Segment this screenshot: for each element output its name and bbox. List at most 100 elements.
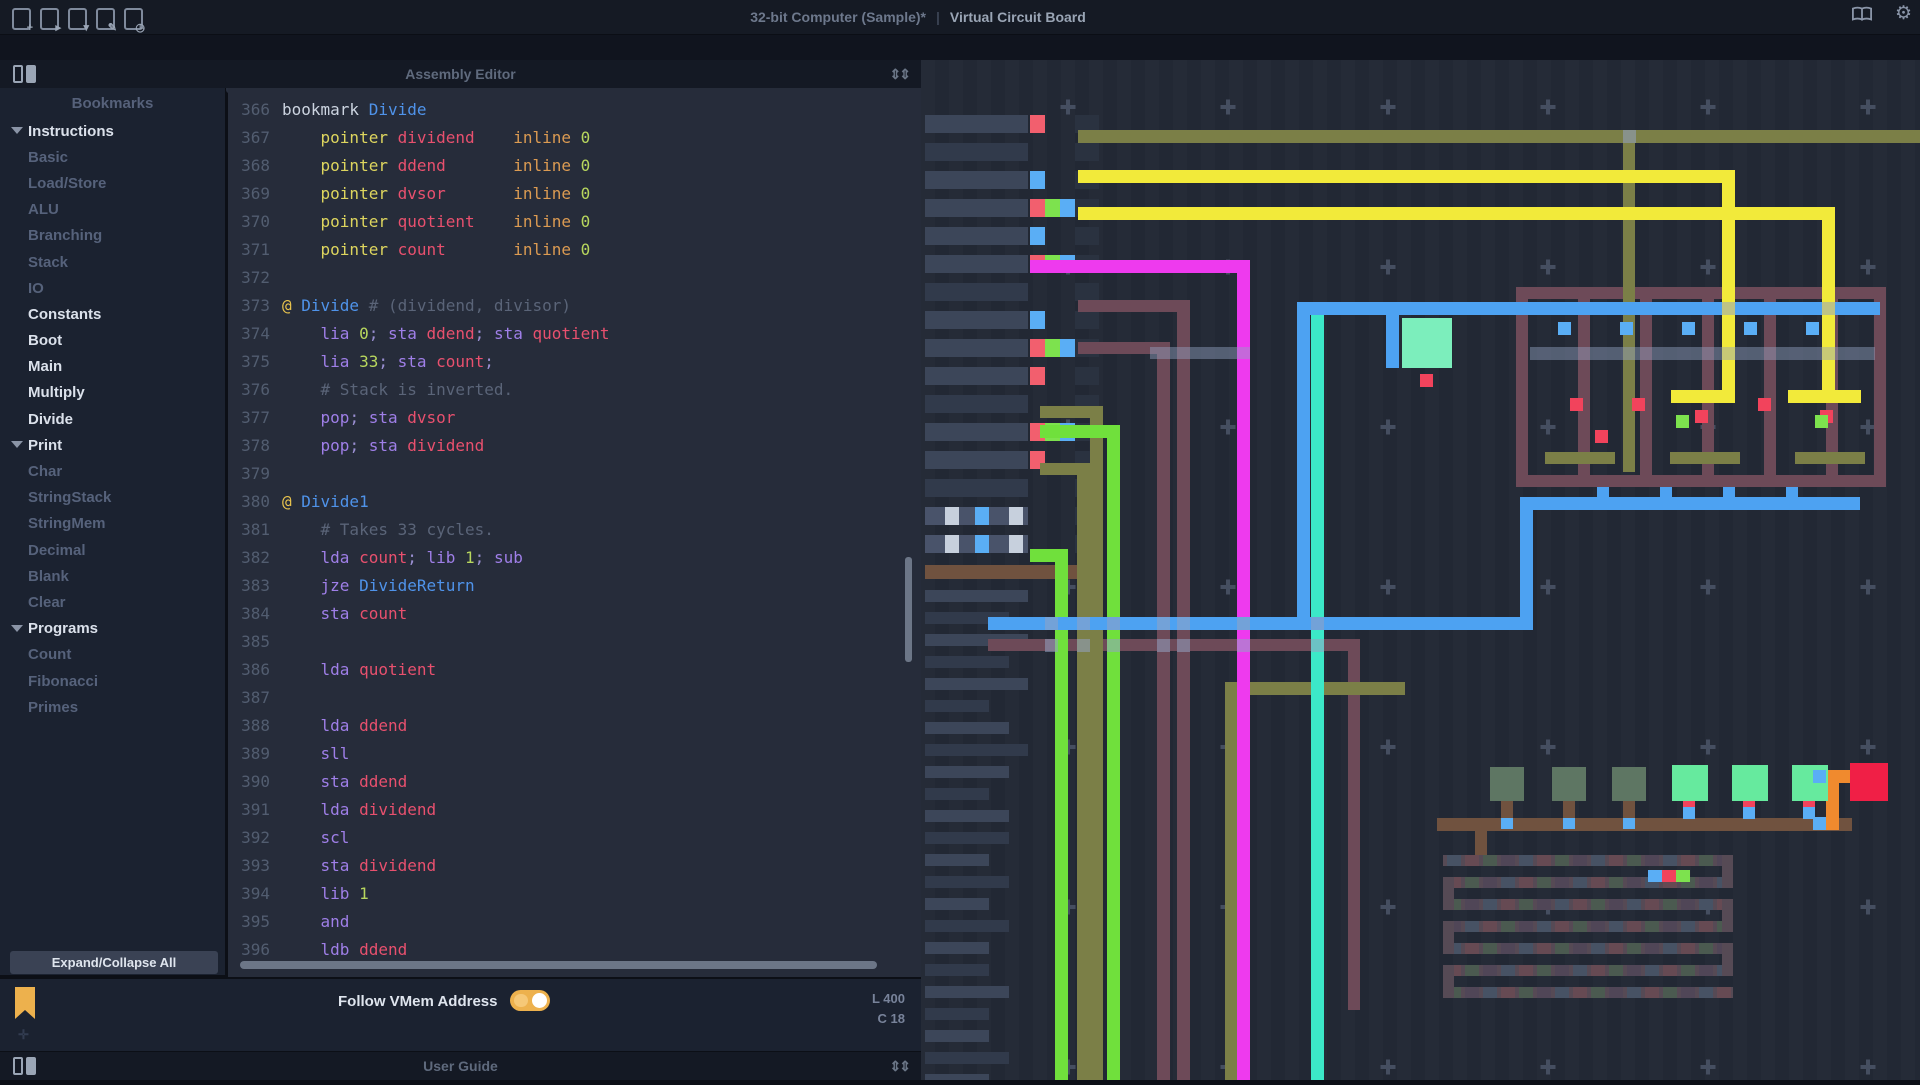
- panel-toggle-icon[interactable]: [13, 1057, 36, 1075]
- code-line[interactable]: 383 jze DivideReturn: [228, 572, 921, 600]
- sidebar-item-label: Fibonacci: [28, 673, 98, 690]
- line-number: 377: [228, 404, 270, 432]
- line-number: 390: [228, 768, 270, 796]
- code-line[interactable]: 388 lda ddend: [228, 712, 921, 740]
- user-guide-icon[interactable]: [1852, 6, 1872, 27]
- code-line[interactable]: 370 pointer quotient inline 0: [228, 208, 921, 236]
- code-text: lda ddend: [282, 712, 407, 740]
- code-line[interactable]: 373@ Divide # (dividend, divisor): [228, 292, 921, 320]
- code-line[interactable]: 366bookmark Divide: [228, 96, 921, 124]
- code-line[interactable]: 371 pointer count inline 0: [228, 236, 921, 264]
- sidebar-item-alu[interactable]: ALU: [0, 197, 225, 223]
- sidebar-item-print[interactable]: Print: [0, 432, 225, 458]
- code-line[interactable]: 380@ Divide1: [228, 488, 921, 516]
- code-line[interactable]: 368 pointer ddend inline 0: [228, 152, 921, 180]
- panel-toggle-icon[interactable]: [13, 65, 36, 83]
- settings-gear-icon[interactable]: ⚙: [1895, 4, 1912, 24]
- sidebar-item-label: Multiply: [28, 384, 85, 401]
- bookmarks-list: InstructionsBasicLoad/StoreALUBranchingS…: [0, 118, 225, 720]
- code-line[interactable]: 372: [228, 264, 921, 292]
- sidebar-item-multiply[interactable]: Multiply: [0, 380, 225, 406]
- expand-collapse-all-button[interactable]: Expand/Collapse All: [10, 951, 218, 974]
- sidebar-item-divide[interactable]: Divide: [0, 406, 225, 432]
- sidebar-item-stringstack[interactable]: StringStack: [0, 485, 225, 511]
- code-line[interactable]: 387: [228, 684, 921, 712]
- sidebar-item-label: Divide: [28, 411, 73, 428]
- code-line[interactable]: 391 lda dividend: [228, 796, 921, 824]
- sidebar-item-primes[interactable]: Primes: [0, 694, 225, 720]
- sidebar-item-boot[interactable]: Boot: [0, 328, 225, 354]
- assembly-editor[interactable]: 366bookmark Divide367 pointer dividend i…: [228, 88, 921, 983]
- sidebar-item-fibonacci[interactable]: Fibonacci: [0, 668, 225, 694]
- sidebar-item-main[interactable]: Main: [0, 354, 225, 380]
- assembly-editor-header: Assembly Editor ⇕⇕: [0, 60, 921, 88]
- code-line[interactable]: 393 sta dividend: [228, 852, 921, 880]
- horizontal-scrollbar[interactable]: [240, 961, 877, 969]
- code-line[interactable]: 394 lib 1: [228, 880, 921, 908]
- sidebar-item-constants[interactable]: Constants: [0, 301, 225, 327]
- pin-tool-icon[interactable]: ✛: [18, 1027, 29, 1043]
- code-line[interactable]: 392 scl: [228, 824, 921, 852]
- code-line[interactable]: 375 lia 33; sta count;: [228, 348, 921, 376]
- code-line[interactable]: 374 lia 0; sta ddend; sta quotient: [228, 320, 921, 348]
- sidebar-item-label: Print: [28, 437, 62, 454]
- sidebar-item-count[interactable]: Count: [0, 642, 225, 668]
- editor-footer: ✛ Follow VMem Address L 400 C 18: [0, 977, 921, 1051]
- chevron-down-icon[interactable]: [11, 625, 23, 632]
- line-number: 380: [228, 488, 270, 516]
- sidebar-item-label: Boot: [28, 332, 62, 349]
- brown-wires: [1437, 818, 1852, 855]
- code-text: # Stack is inverted.: [282, 376, 513, 404]
- resize-panel-icon[interactable]: ⇕⇕: [890, 1058, 909, 1075]
- code-line[interactable]: 396 ldb ddend: [228, 936, 921, 964]
- sidebar-item-instructions[interactable]: Instructions: [0, 118, 225, 144]
- resize-panel-icon[interactable]: ⇕⇕: [890, 66, 909, 83]
- code-text: pointer dvsor inline 0: [282, 180, 590, 208]
- code-line[interactable]: 378 pop; sta dividend: [228, 432, 921, 460]
- code-line[interactable]: 381 # Takes 33 cycles.: [228, 516, 921, 544]
- sidebar-item-stringmem[interactable]: StringMem: [0, 511, 225, 537]
- chevron-down-icon[interactable]: [11, 441, 23, 448]
- code-line[interactable]: 389 sll: [228, 740, 921, 768]
- sidebar-item-branching[interactable]: Branching: [0, 223, 225, 249]
- sidebar-item-basic[interactable]: Basic: [0, 144, 225, 170]
- sidebar-item-char[interactable]: Char: [0, 458, 225, 484]
- code-text: pointer dividend inline 0: [282, 124, 590, 152]
- code-line[interactable]: 386 lda quotient: [228, 656, 921, 684]
- line-number: 373: [228, 292, 270, 320]
- follow-vmem-toggle[interactable]: [510, 990, 550, 1011]
- circuit-board[interactable]: [921, 60, 1920, 1080]
- sidebar-item-label: Decimal: [28, 542, 86, 559]
- line-number: 389: [228, 740, 270, 768]
- code-text: ldb ddend: [282, 936, 407, 964]
- sidebar-item-blank[interactable]: Blank: [0, 563, 225, 589]
- code-line[interactable]: 390 sta ddend: [228, 768, 921, 796]
- sidebar-item-programs[interactable]: Programs: [0, 616, 225, 642]
- menu-bar: 32-bit Computer (Sample)* | Virtual Circ…: [0, 0, 1920, 34]
- line-number: 379: [228, 460, 270, 488]
- code-line[interactable]: 384 sta count: [228, 600, 921, 628]
- chevron-down-icon[interactable]: [11, 127, 23, 134]
- vertical-scrollbar[interactable]: [905, 557, 912, 662]
- code-line[interactable]: 379: [228, 460, 921, 488]
- sidebar-item-io[interactable]: IO: [0, 275, 225, 301]
- code-text: lia 0; sta ddend; sta quotient: [282, 320, 610, 348]
- sidebar-item-stack[interactable]: Stack: [0, 249, 225, 275]
- code-line[interactable]: 369 pointer dvsor inline 0: [228, 180, 921, 208]
- code-line[interactable]: 367 pointer dividend inline 0: [228, 124, 921, 152]
- line-number: 375: [228, 348, 270, 376]
- sidebar-item-clear[interactable]: Clear: [0, 589, 225, 615]
- sidebar-item-load-store[interactable]: Load/Store: [0, 170, 225, 196]
- bookmark-tool-icon[interactable]: [15, 987, 35, 1019]
- code-line[interactable]: 395 and: [228, 908, 921, 936]
- code-text: sta count: [282, 600, 407, 628]
- circuit-canvas[interactable]: [921, 60, 1920, 1080]
- code-text: lda quotient: [282, 656, 436, 684]
- code-line[interactable]: 385: [228, 628, 921, 656]
- sidebar-item-decimal[interactable]: Decimal: [0, 537, 225, 563]
- line-number: 371: [228, 236, 270, 264]
- code-line[interactable]: 382 lda count; lib 1; sub: [228, 544, 921, 572]
- sidebar-item-label: StringStack: [28, 489, 111, 506]
- code-line[interactable]: 377 pop; sta dvsor: [228, 404, 921, 432]
- code-line[interactable]: 376 # Stack is inverted.: [228, 376, 921, 404]
